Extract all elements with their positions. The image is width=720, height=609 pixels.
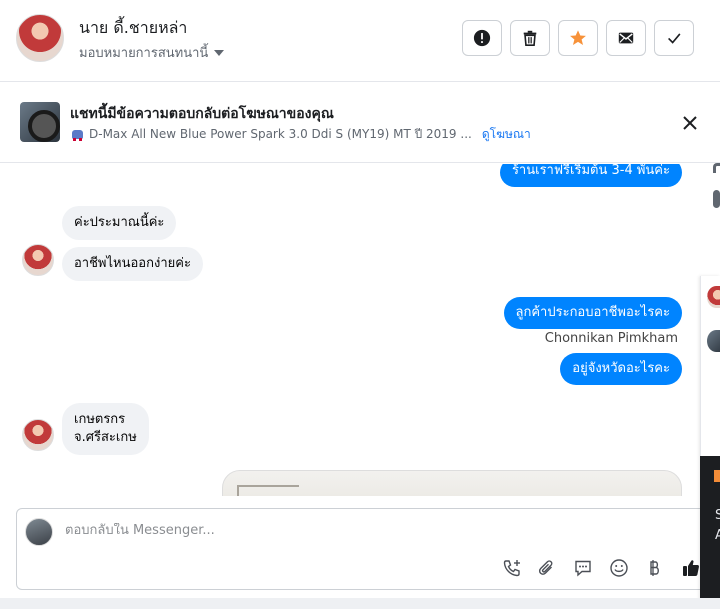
car-icon bbox=[72, 130, 83, 141]
side-panel-text: A bbox=[715, 528, 720, 543]
check-icon bbox=[668, 33, 681, 44]
message-incoming[interactable]: ค่ะประมาณนี้ค่ะ bbox=[62, 206, 177, 240]
like-button[interactable] bbox=[680, 557, 702, 579]
baht-icon bbox=[650, 560, 659, 576]
conversation-header: นาย ดี้.ชายหล่า มอบหมายการสนทนานี้ bbox=[0, 0, 720, 82]
view-ad-link[interactable]: ดูโฆษณา bbox=[482, 125, 531, 144]
alert-icon bbox=[473, 29, 491, 47]
scroll-up-indicator[interactable] bbox=[713, 163, 720, 173]
ad-thumbnail[interactable] bbox=[20, 102, 60, 142]
message-line: จ.ศรีสะเกษ bbox=[74, 430, 137, 445]
delete-button[interactable] bbox=[510, 20, 550, 56]
assign-label: มอบหมายการสนทนานี้ bbox=[79, 46, 209, 61]
page-footer-strip bbox=[0, 598, 720, 609]
contact-avatar[interactable] bbox=[16, 14, 64, 62]
emoji-icon bbox=[610, 559, 628, 577]
ad-reply-banner: แชทนี้มีข้อความตอบกลับต่อโฆษณาของคุณ D-M… bbox=[0, 83, 720, 163]
message-incoming[interactable]: อาชีพไหนออกง่ายค่ะ bbox=[62, 247, 203, 281]
message-outgoing[interactable]: อยู่จังหวัดอะไรคะ bbox=[560, 353, 682, 385]
call-button[interactable] bbox=[501, 557, 523, 579]
side-panel-text: S bbox=[715, 508, 720, 523]
mark-done-button[interactable] bbox=[654, 20, 694, 56]
reply-input[interactable] bbox=[65, 523, 665, 538]
contact-name[interactable]: นาย ดี้.ชายหล่า bbox=[79, 16, 187, 41]
ad-banner-title: แชทนี้มีข้อความตอบกลับต่อโฆษณาของคุณ bbox=[70, 106, 334, 122]
attach-button[interactable] bbox=[536, 557, 558, 579]
message-incoming[interactable]: เกษตรกร จ.ศรีสะเกษ bbox=[62, 403, 149, 455]
message-thread[interactable]: ร้านเราฟรีเริ่มต้น 3-4 พันค่ะ ค่ะประมาณน… bbox=[0, 164, 700, 496]
ad-product-line: D-Max All New Blue Power Spark 3.0 Ddi S… bbox=[72, 125, 531, 144]
mark-spam-button[interactable] bbox=[462, 20, 502, 56]
ad-product-name: D-Max All New Blue Power Spark 3.0 Ddi S… bbox=[89, 127, 472, 141]
assign-conversation-dropdown[interactable]: มอบหมายการสนทนานี้ bbox=[79, 42, 225, 63]
message-outgoing[interactable]: ลูกค้าประกอบอาชีพอะไรคะ bbox=[503, 297, 682, 329]
side-panel-ad-thumbnail[interactable] bbox=[707, 330, 720, 352]
mail-icon bbox=[618, 32, 634, 44]
like-icon bbox=[683, 560, 699, 576]
side-panel-avatar[interactable] bbox=[707, 286, 720, 308]
star-button[interactable] bbox=[558, 20, 598, 56]
caret-down-icon bbox=[214, 50, 225, 56]
chat-bubble-icon bbox=[575, 560, 591, 577]
emoji-button[interactable] bbox=[608, 557, 630, 579]
saved-replies-button[interactable] bbox=[572, 557, 594, 579]
page-avatar bbox=[25, 518, 53, 546]
paperclip-icon bbox=[538, 560, 553, 575]
close-icon[interactable] bbox=[680, 113, 700, 133]
mark-unread-button[interactable] bbox=[606, 20, 646, 56]
trash-icon bbox=[523, 30, 537, 47]
star-icon bbox=[570, 30, 586, 46]
call-add-icon bbox=[503, 560, 520, 577]
message-photo[interactable] bbox=[222, 470, 682, 496]
message-outgoing[interactable]: ร้านเราฟรีเริ่มต้น 3-4 พันค่ะ bbox=[499, 164, 682, 187]
contact-avatar-small bbox=[22, 244, 54, 276]
scrollbar-thumb[interactable] bbox=[713, 190, 720, 208]
contact-avatar-small bbox=[22, 419, 54, 451]
side-panel-marker-icon bbox=[714, 470, 720, 482]
reply-composer bbox=[16, 508, 716, 590]
payment-button[interactable] bbox=[644, 557, 666, 579]
message-line: เกษตรกร bbox=[74, 412, 126, 427]
message-sender-name: Chonnikan Pimkham bbox=[544, 331, 678, 346]
